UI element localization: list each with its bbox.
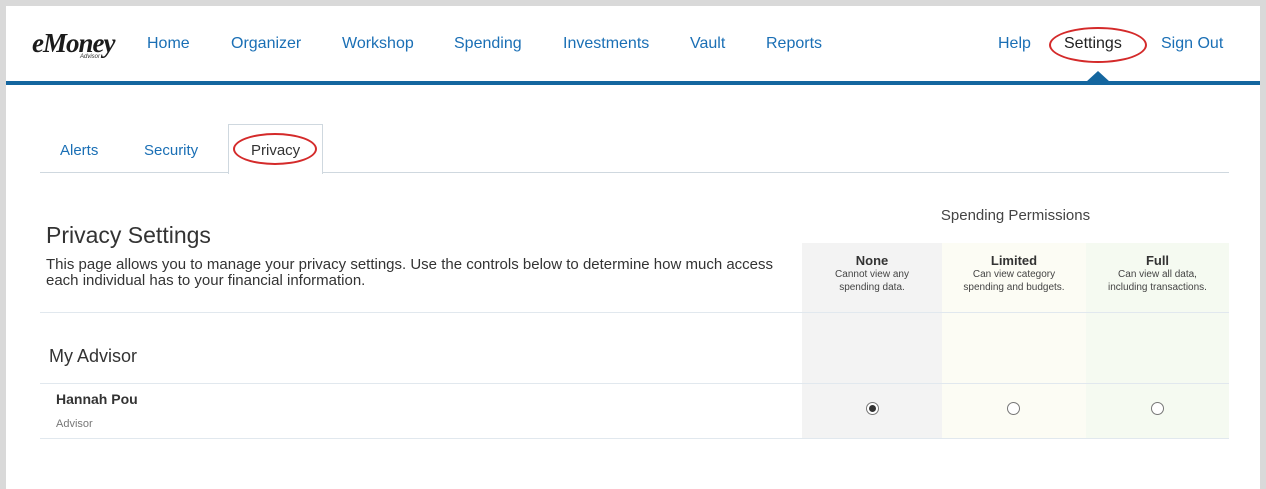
column-desc: including transactions. — [1108, 282, 1207, 293]
radio-none[interactable] — [866, 402, 879, 415]
nav-help[interactable]: Help — [998, 35, 1031, 53]
nav-organizer[interactable]: Organizer — [231, 35, 301, 53]
top-navigation: eMoney Advisor Home Organizer Workshop S… — [6, 6, 1260, 82]
nav-sign-out[interactable]: Sign Out — [1161, 35, 1223, 53]
header-divider — [40, 312, 1229, 313]
tabs-divider-gap — [229, 172, 322, 173]
column-desc: Can view category — [972, 269, 1056, 280]
page-title: Privacy Settings — [46, 222, 211, 248]
nav-reports[interactable]: Reports — [766, 35, 822, 53]
column-desc: spending data. — [839, 282, 905, 293]
app-window: eMoney Advisor Home Organizer Workshop S… — [6, 6, 1260, 489]
radio-limited[interactable] — [1007, 402, 1020, 415]
tab-alerts[interactable]: Alerts — [60, 142, 98, 159]
nav-home[interactable]: Home — [147, 35, 190, 53]
column-header-full: Full Can view all data, including transa… — [1086, 253, 1229, 294]
column-label: None — [855, 253, 889, 268]
settings-highlight-circle — [1049, 27, 1147, 63]
column-header-limited: Limited Can view category spending and b… — [942, 253, 1086, 294]
emoney-logo[interactable]: eMoney Advisor — [32, 28, 118, 64]
column-desc: Can view all data, — [1118, 269, 1197, 280]
nav-investments[interactable]: Investments — [563, 35, 649, 53]
column-label: Limited — [990, 253, 1038, 268]
row-divider — [40, 438, 1229, 439]
spending-permissions-title: Spending Permissions — [940, 207, 1091, 224]
column-header-none: None Cannot view any spending data. — [802, 253, 942, 294]
nav-workshop[interactable]: Workshop — [342, 35, 414, 53]
column-desc: Cannot view any — [835, 269, 909, 280]
person-name: Hannah Pou — [56, 391, 138, 407]
privacy-highlight-circle — [233, 133, 317, 165]
nav-spending[interactable]: Spending — [454, 35, 522, 53]
group-label-my-advisor: My Advisor — [49, 346, 138, 366]
nav-vault[interactable]: Vault — [690, 35, 725, 53]
logo-text: eMoney — [32, 28, 115, 58]
radio-full[interactable] — [1151, 402, 1164, 415]
column-desc: spending and budgets. — [963, 282, 1065, 293]
tab-security[interactable]: Security — [144, 142, 198, 159]
tabs-divider — [40, 172, 1229, 173]
column-label: Full — [1145, 253, 1170, 268]
page-description: This page allows you to manage your priv… — [46, 256, 774, 289]
nav-underline — [6, 81, 1260, 85]
group-divider — [40, 383, 1229, 384]
logo-subtext: Advisor — [80, 54, 101, 60]
person-role: Advisor — [56, 418, 93, 430]
